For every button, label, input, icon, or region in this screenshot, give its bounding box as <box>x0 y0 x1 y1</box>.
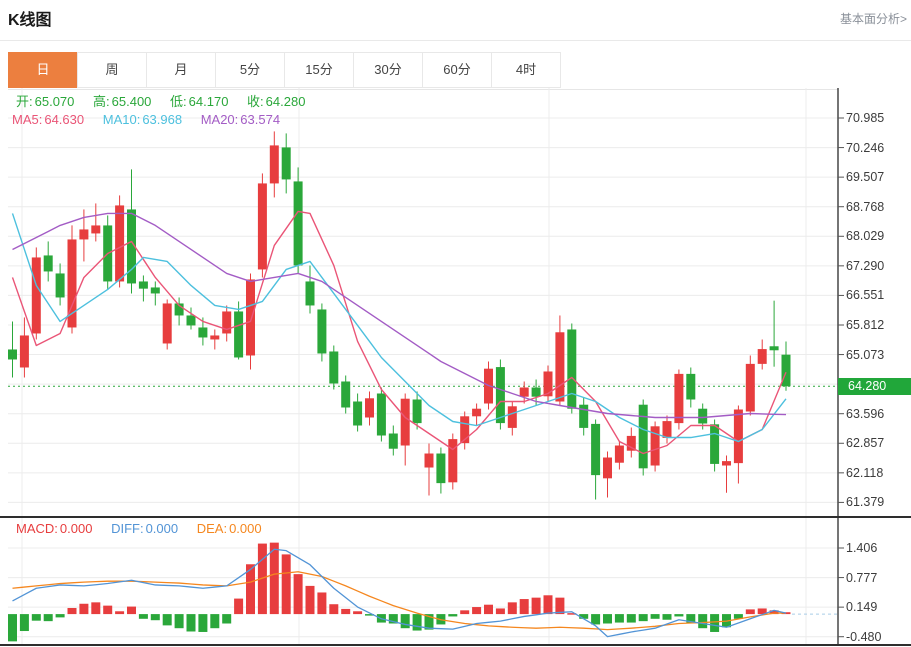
ohlc-legend: 开:65.070 高:65.400 低:64.170 收:64.280 <box>16 91 320 110</box>
ma10-value: MA10:63.968 <box>103 112 182 127</box>
tab-2[interactable]: 月 <box>146 52 216 88</box>
main-y-tick-label: 70.246 <box>846 140 884 156</box>
ma-legend: MA5:64.630 MA10:63.968 MA20:63.574 <box>12 112 295 127</box>
tab-5[interactable]: 30分 <box>353 52 423 88</box>
macd-value: MACD:0.000 <box>16 521 92 536</box>
tab-1[interactable]: 周 <box>77 52 147 88</box>
close-value: 收:64.280 <box>247 94 305 109</box>
tab-6[interactable]: 60分 <box>422 52 492 88</box>
period-tab-bar: 日周月5分15分30分60分4时 <box>8 52 561 88</box>
open-value: 开:65.070 <box>16 94 74 109</box>
dea-value: DEA:0.000 <box>197 521 262 536</box>
tab-selected[interactable]: 日 <box>8 52 78 88</box>
main-y-tick-label: 65.073 <box>846 347 884 363</box>
main-y-tick-label: 66.551 <box>846 287 884 303</box>
main-y-tick-label: 67.290 <box>846 258 884 274</box>
macd-y-tick-label: 0.149 <box>846 599 877 615</box>
candlestick-chart-canvas[interactable] <box>0 88 911 516</box>
main-y-tick-label: 68.768 <box>846 199 884 215</box>
main-y-tick-label: 68.029 <box>846 228 884 244</box>
low-value: 低:64.170 <box>170 94 228 109</box>
high-value: 高:65.400 <box>93 94 151 109</box>
ma20-value: MA20:63.574 <box>201 112 280 127</box>
fundamental-analysis-link[interactable]: 基本面分析> <box>840 10 907 27</box>
macd-legend: MACD:0.000 DIFF:0.000 DEA:0.000 <box>16 521 277 536</box>
panel-divider <box>0 516 911 518</box>
tab-4[interactable]: 15分 <box>284 52 354 88</box>
diff-value: DIFF:0.000 <box>111 521 178 536</box>
main-y-tick-label: 61.379 <box>846 494 884 510</box>
macd-y-tick-label: 1.406 <box>846 540 877 556</box>
main-y-tick-label: 70.985 <box>846 110 884 126</box>
main-y-tick-label: 69.507 <box>846 169 884 185</box>
bottom-border <box>0 644 911 646</box>
macd-y-tick-label: -0.480 <box>846 629 881 645</box>
tab-7[interactable]: 4时 <box>491 52 561 88</box>
current-price-badge: 64.280 <box>838 378 911 395</box>
main-y-tick-label: 63.596 <box>846 406 884 422</box>
main-y-tick-label: 65.812 <box>846 317 884 333</box>
macd-y-tick-label: 0.777 <box>846 570 877 586</box>
macd-chart-canvas[interactable] <box>0 518 911 644</box>
title-divider <box>0 40 911 41</box>
ma5-value: MA5:64.630 <box>12 112 84 127</box>
page-title: K线图 <box>8 6 52 30</box>
tab-3[interactable]: 5分 <box>215 52 285 88</box>
main-y-tick-label: 62.118 <box>846 465 883 481</box>
main-y-tick-label: 62.857 <box>846 435 884 451</box>
